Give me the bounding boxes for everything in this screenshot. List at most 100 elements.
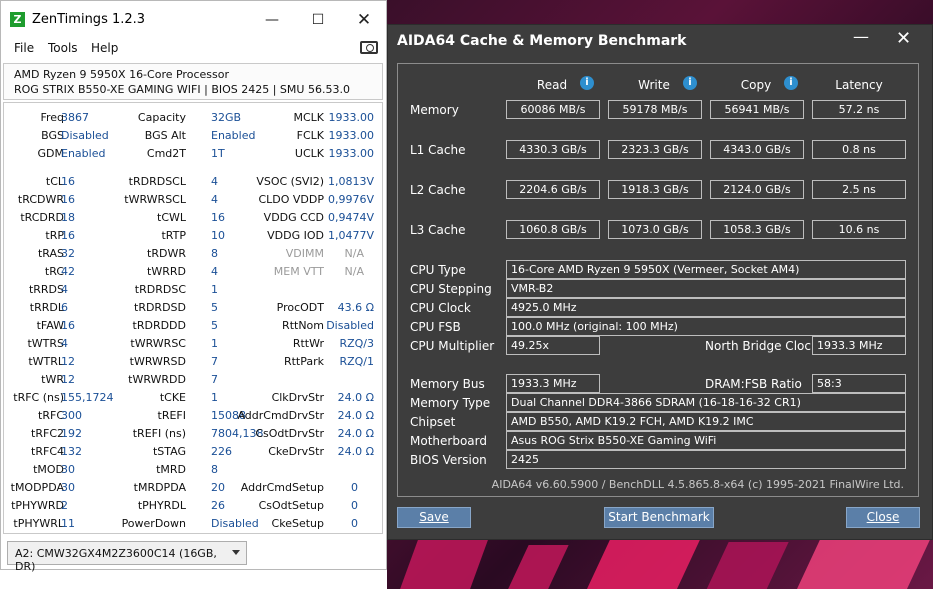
timing-row: Freq 3867 Capacity 32GB MCLK 1933.00 bbox=[4, 109, 384, 127]
chipset-label: Chipset bbox=[410, 415, 456, 429]
timing-label-twrrd: tWRRD bbox=[147, 265, 186, 278]
minimize-button[interactable]: — bbox=[257, 7, 287, 33]
cpu-clock-label: CPU Clock bbox=[410, 301, 471, 315]
memory-read: 60086 MB/s bbox=[506, 100, 600, 119]
close-dialog-button[interactable]: Close bbox=[846, 507, 920, 528]
timing-value-twrrd: 4 bbox=[211, 265, 218, 278]
timing-label-tphywrl: tPHYWRL bbox=[13, 517, 64, 530]
zentimings-titlebar[interactable]: Z ZenTimings 1.2.3 — ☐ ✕ bbox=[1, 1, 386, 37]
timing-label-tmod: tMOD bbox=[33, 463, 64, 476]
timing-value-trfc-ns: 155,1724 bbox=[61, 391, 114, 404]
timing-value-csodtdrvstr: 24.0 Ω bbox=[337, 427, 374, 440]
timing-label-rttwr: RttWr bbox=[292, 337, 324, 350]
row-label-memory: Memory bbox=[410, 103, 459, 117]
timing-label-trcdrd: tRCDRD bbox=[20, 211, 64, 224]
menu-help[interactable]: Help bbox=[91, 41, 118, 55]
write-info-icon[interactable]: i bbox=[683, 76, 697, 90]
timing-value-capacity: 32GB bbox=[211, 111, 242, 124]
timing-label-tmrdpda: tMRDPDA bbox=[133, 481, 186, 494]
l1-copy: 4343.0 GB/s bbox=[710, 140, 804, 159]
memory-module-select[interactable]: A2: CMW32GX4M2Z3600C14 (16GB, DR) bbox=[7, 541, 247, 573]
timing-label-powerdown: PowerDown bbox=[121, 517, 186, 530]
l3-copy: 1058.3 GB/s bbox=[710, 220, 804, 239]
timing-value-trc: 42 bbox=[61, 265, 75, 278]
timing-value-vdimm: N/A bbox=[344, 247, 364, 260]
read-info-icon[interactable]: i bbox=[580, 76, 594, 90]
timing-row: tFAW 16 tRDRDDD 5 RttNom Disabled bbox=[4, 317, 384, 335]
timing-value-uclk: 1933.00 bbox=[328, 147, 375, 160]
start-benchmark-button[interactable]: Start Benchmark bbox=[604, 507, 714, 528]
timing-label-twrwrdd: tWRWRDD bbox=[128, 373, 186, 386]
timing-value-trfc: 300 bbox=[61, 409, 82, 422]
timing-row: tMODPDA 30 tMRDPDA 20 AddrCmdSetup 0 bbox=[4, 479, 384, 497]
timing-label-trcdwr: tRCDWR bbox=[17, 193, 64, 206]
screenshot-camera-icon[interactable] bbox=[360, 41, 378, 54]
timing-value-tras: 32 bbox=[61, 247, 75, 260]
timing-value-trdrdsd: 5 bbox=[211, 301, 218, 314]
timing-label-tcke: tCKE bbox=[159, 391, 186, 404]
memory-type-label: Memory Type bbox=[410, 396, 491, 410]
benchmark-panel: Read i Write i Copy i Latency Memory 600… bbox=[397, 63, 919, 497]
memory-bus-value: 1933.3 MHz bbox=[506, 374, 600, 393]
timing-label-mem-vtt: MEM VTT bbox=[273, 265, 324, 278]
save-button[interactable]: Save bbox=[397, 507, 471, 528]
timing-label-vddg-iod: VDDG IOD bbox=[267, 229, 324, 242]
timing-label-trefi-ns: tREFI (ns) bbox=[132, 427, 186, 440]
timing-label-trfc2: tRFC2 bbox=[31, 427, 64, 440]
close-button[interactable]: ✕ bbox=[349, 7, 379, 33]
timing-value-tcwl: 16 bbox=[211, 211, 225, 224]
timing-value-trtp: 10 bbox=[211, 229, 225, 242]
timing-row: tRP 16 tRTP 10 VDDG IOD 1,0477V bbox=[4, 227, 384, 245]
timing-row: tWR 12 tWRWRDD 7 bbox=[4, 371, 384, 389]
motherboard-value: Asus ROG Strix B550-XE Gaming WiFi bbox=[506, 431, 906, 450]
timing-value-twtrs: 4 bbox=[61, 337, 68, 350]
timing-label-ckedrvstr: CkeDrvStr bbox=[268, 445, 324, 458]
close-button[interactable]: ✕ bbox=[896, 28, 911, 49]
close-button-label: Close bbox=[866, 510, 900, 524]
timing-label-twtrl: tWTRL bbox=[28, 355, 64, 368]
l2-latency: 2.5 ns bbox=[812, 180, 906, 199]
timing-label-trfc4: tRFC4 bbox=[31, 445, 64, 458]
row-label-l1: L1 Cache bbox=[410, 143, 466, 157]
timing-label-mclk: MCLK bbox=[293, 111, 324, 124]
timing-label-tstag: tSTAG bbox=[152, 445, 186, 458]
timing-label-vdimm: VDIMM bbox=[285, 247, 324, 260]
timing-label-tmodpda: tMODPDA bbox=[10, 481, 64, 494]
dram-ratio-label: DRAM:FSB Ratio bbox=[705, 377, 802, 391]
timing-value-tmrdpda: 20 bbox=[211, 481, 225, 494]
timing-value-clkdrvstr: 24.0 Ω bbox=[337, 391, 374, 404]
timing-label-trrds: tRRDS bbox=[28, 283, 64, 296]
timing-row: tMOD 30 tMRD 8 bbox=[4, 461, 384, 479]
timing-value-fclk: 1933.00 bbox=[328, 129, 375, 142]
menu-file[interactable]: File bbox=[14, 41, 34, 55]
timing-label-capacity: Capacity bbox=[137, 111, 186, 124]
copy-info-icon[interactable]: i bbox=[784, 76, 798, 90]
cpu-multiplier-label: CPU Multiplier bbox=[410, 339, 495, 353]
timing-value-bgs: Disabled bbox=[61, 129, 109, 142]
timing-label-twtrs: tWTRS bbox=[27, 337, 64, 350]
minimize-button[interactable]: — bbox=[853, 27, 869, 46]
timing-value-tfaw: 16 bbox=[61, 319, 75, 332]
timing-label-trdwr: tRDWR bbox=[147, 247, 186, 260]
maximize-button[interactable]: ☐ bbox=[303, 7, 333, 33]
menu-tools[interactable]: Tools bbox=[48, 41, 78, 55]
wallpaper-shape bbox=[505, 545, 569, 589]
wallpaper-shape bbox=[584, 540, 700, 589]
timing-label-trfc-ns: tRFC (ns) bbox=[13, 391, 64, 404]
timing-row: GDM Enabled Cmd2T 1T UCLK 1933.00 bbox=[4, 145, 384, 163]
timing-label-twrwrsd: tWRWRSD bbox=[129, 355, 186, 368]
timing-row: tWTRS 4 tWRWRSC 1 RttWr RZQ/3 bbox=[4, 335, 384, 353]
timing-value-tphyrdl: 26 bbox=[211, 499, 225, 512]
timing-value-vddg-ccd: 0,9474V bbox=[327, 211, 374, 224]
timing-value-tmrd: 8 bbox=[211, 463, 218, 476]
l3-latency: 10.6 ns bbox=[812, 220, 906, 239]
board-info: ROG STRIX B550-XE GAMING WIFI | BIOS 242… bbox=[14, 83, 350, 96]
timing-value-trrds: 4 bbox=[61, 283, 68, 296]
timing-label-rttnom: RttNom bbox=[282, 319, 324, 332]
timing-value-trcdwr: 16 bbox=[61, 193, 75, 206]
timing-value-trp: 16 bbox=[61, 229, 75, 242]
timing-label-tphyrdl: tPHYRDL bbox=[137, 499, 186, 512]
timing-value-tcl: 16 bbox=[61, 175, 75, 188]
timing-value-trdrdsc: 1 bbox=[211, 283, 218, 296]
timing-value-twrwrscl: 4 bbox=[211, 193, 218, 206]
